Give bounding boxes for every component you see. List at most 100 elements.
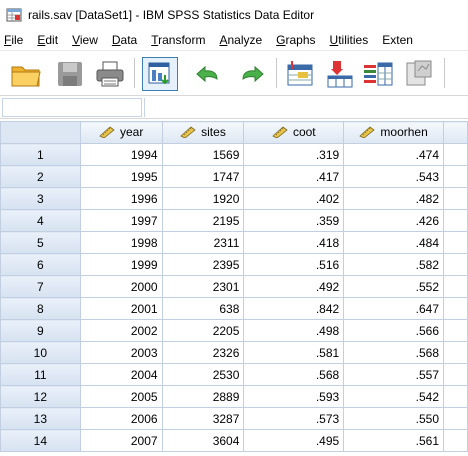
cell-coot[interactable]: .842 <box>243 297 345 320</box>
column-header-empty[interactable] <box>443 121 468 144</box>
row-header[interactable]: 3 <box>0 187 81 210</box>
print-button[interactable] <box>92 57 128 91</box>
cell-moorhen[interactable]: .550 <box>343 407 445 430</box>
cell-empty[interactable] <box>443 209 468 232</box>
row-header[interactable]: 2 <box>0 165 81 188</box>
cell-moorhen[interactable]: .568 <box>343 341 445 364</box>
cell-sites[interactable]: 2395 <box>161 253 245 276</box>
cell-coot[interactable]: .359 <box>243 209 345 232</box>
cell-moorhen[interactable]: .582 <box>343 253 445 276</box>
cell-year[interactable]: 2004 <box>79 363 163 386</box>
recall-dialog-button[interactable] <box>142 57 178 91</box>
menu-utilities[interactable]: Utilities <box>325 33 378 47</box>
cell-year[interactable]: 2007 <box>79 429 163 452</box>
cell-year[interactable]: 1998 <box>79 231 163 254</box>
row-header[interactable]: 7 <box>0 275 81 298</box>
redo-button[interactable] <box>234 57 270 91</box>
cell-year[interactable]: 1995 <box>79 165 163 188</box>
menu-file[interactable]: File <box>0 33 32 47</box>
cell-sites[interactable]: 2326 <box>161 341 245 364</box>
cell-moorhen[interactable]: .474 <box>343 143 445 166</box>
cell-empty[interactable] <box>443 407 468 430</box>
save-button[interactable] <box>52 57 88 91</box>
variables-button[interactable] <box>360 57 396 91</box>
cell-moorhen[interactable]: .552 <box>343 275 445 298</box>
row-header[interactable]: 1 <box>0 143 81 166</box>
cell-year[interactable]: 2002 <box>79 319 163 342</box>
cell-sites[interactable]: 1920 <box>161 187 245 210</box>
cell-sites[interactable]: 2889 <box>161 385 245 408</box>
cell-sites[interactable]: 2195 <box>161 209 245 232</box>
cell-moorhen[interactable]: .542 <box>343 385 445 408</box>
row-header[interactable]: 13 <box>0 407 81 430</box>
cell-moorhen[interactable]: .561 <box>343 429 445 452</box>
cell-empty[interactable] <box>443 187 468 210</box>
cell-coot[interactable]: .417 <box>243 165 345 188</box>
cell-year[interactable]: 1997 <box>79 209 163 232</box>
cell-empty[interactable] <box>443 297 468 320</box>
cell-empty[interactable] <box>443 385 468 408</box>
go-to-case-button[interactable] <box>282 57 318 91</box>
grid-corner[interactable] <box>0 121 81 144</box>
cell-coot[interactable]: .573 <box>243 407 345 430</box>
cell-sites[interactable]: 2205 <box>161 319 245 342</box>
menu-transform[interactable]: Transform <box>146 33 214 47</box>
cell-coot[interactable]: .498 <box>243 319 345 342</box>
menu-graphs[interactable]: Graphs <box>271 33 324 47</box>
cell-empty[interactable] <box>443 341 468 364</box>
cell-coot[interactable]: .516 <box>243 253 345 276</box>
row-header[interactable]: 11 <box>0 363 81 386</box>
cell-coot[interactable]: .593 <box>243 385 345 408</box>
cell-year[interactable]: 2001 <box>79 297 163 320</box>
cell-moorhen[interactable]: .557 <box>343 363 445 386</box>
menu-edit[interactable]: Edit <box>32 33 67 47</box>
menu-analyze[interactable]: Analyze <box>214 33 271 47</box>
row-header[interactable]: 6 <box>0 253 81 276</box>
cell-coot[interactable]: .492 <box>243 275 345 298</box>
row-header[interactable]: 8 <box>0 297 81 320</box>
column-header-coot[interactable]: coot <box>243 121 345 144</box>
cell-empty[interactable] <box>443 319 468 342</box>
menu-exten[interactable]: Exten <box>377 33 422 47</box>
cell-sites[interactable]: 3287 <box>161 407 245 430</box>
row-header[interactable]: 14 <box>0 429 81 452</box>
menu-data[interactable]: Data <box>107 33 146 47</box>
cell-year[interactable]: 2006 <box>79 407 163 430</box>
column-header-year[interactable]: year <box>79 121 163 144</box>
cell-empty[interactable] <box>443 143 468 166</box>
cell-moorhen[interactable]: .484 <box>343 231 445 254</box>
column-header-sites[interactable]: sites <box>161 121 245 144</box>
row-header[interactable]: 12 <box>0 385 81 408</box>
cell-year[interactable]: 2005 <box>79 385 163 408</box>
cell-sites[interactable]: 2301 <box>161 275 245 298</box>
cell-moorhen[interactable]: .543 <box>343 165 445 188</box>
cell-coot[interactable]: .495 <box>243 429 345 452</box>
go-to-variable-button[interactable] <box>322 57 358 91</box>
row-header[interactable]: 5 <box>0 231 81 254</box>
open-data-button[interactable] <box>8 57 44 91</box>
cell-coot[interactable]: .568 <box>243 363 345 386</box>
cell-moorhen[interactable]: .482 <box>343 187 445 210</box>
cell-coot[interactable]: .402 <box>243 187 345 210</box>
cell-moorhen[interactable]: .566 <box>343 319 445 342</box>
cell-sites[interactable]: 1569 <box>161 143 245 166</box>
menu-view[interactable]: View <box>67 33 107 47</box>
undo-button[interactable] <box>190 57 226 91</box>
cell-reference-field[interactable] <box>2 98 142 117</box>
cell-moorhen[interactable]: .426 <box>343 209 445 232</box>
cell-year[interactable]: 1999 <box>79 253 163 276</box>
row-header[interactable]: 4 <box>0 209 81 232</box>
cell-empty[interactable] <box>443 253 468 276</box>
cell-value-field[interactable] <box>144 98 468 117</box>
cell-year[interactable]: 1994 <box>79 143 163 166</box>
row-header[interactable]: 9 <box>0 319 81 342</box>
run-descriptives-button[interactable] <box>402 57 438 91</box>
cell-year[interactable]: 2003 <box>79 341 163 364</box>
cell-empty[interactable] <box>443 275 468 298</box>
cell-moorhen[interactable]: .647 <box>343 297 445 320</box>
cell-coot[interactable]: .319 <box>243 143 345 166</box>
cell-empty[interactable] <box>443 429 468 452</box>
cell-sites[interactable]: 3604 <box>161 429 245 452</box>
cell-empty[interactable] <box>443 165 468 188</box>
cell-year[interactable]: 1996 <box>79 187 163 210</box>
